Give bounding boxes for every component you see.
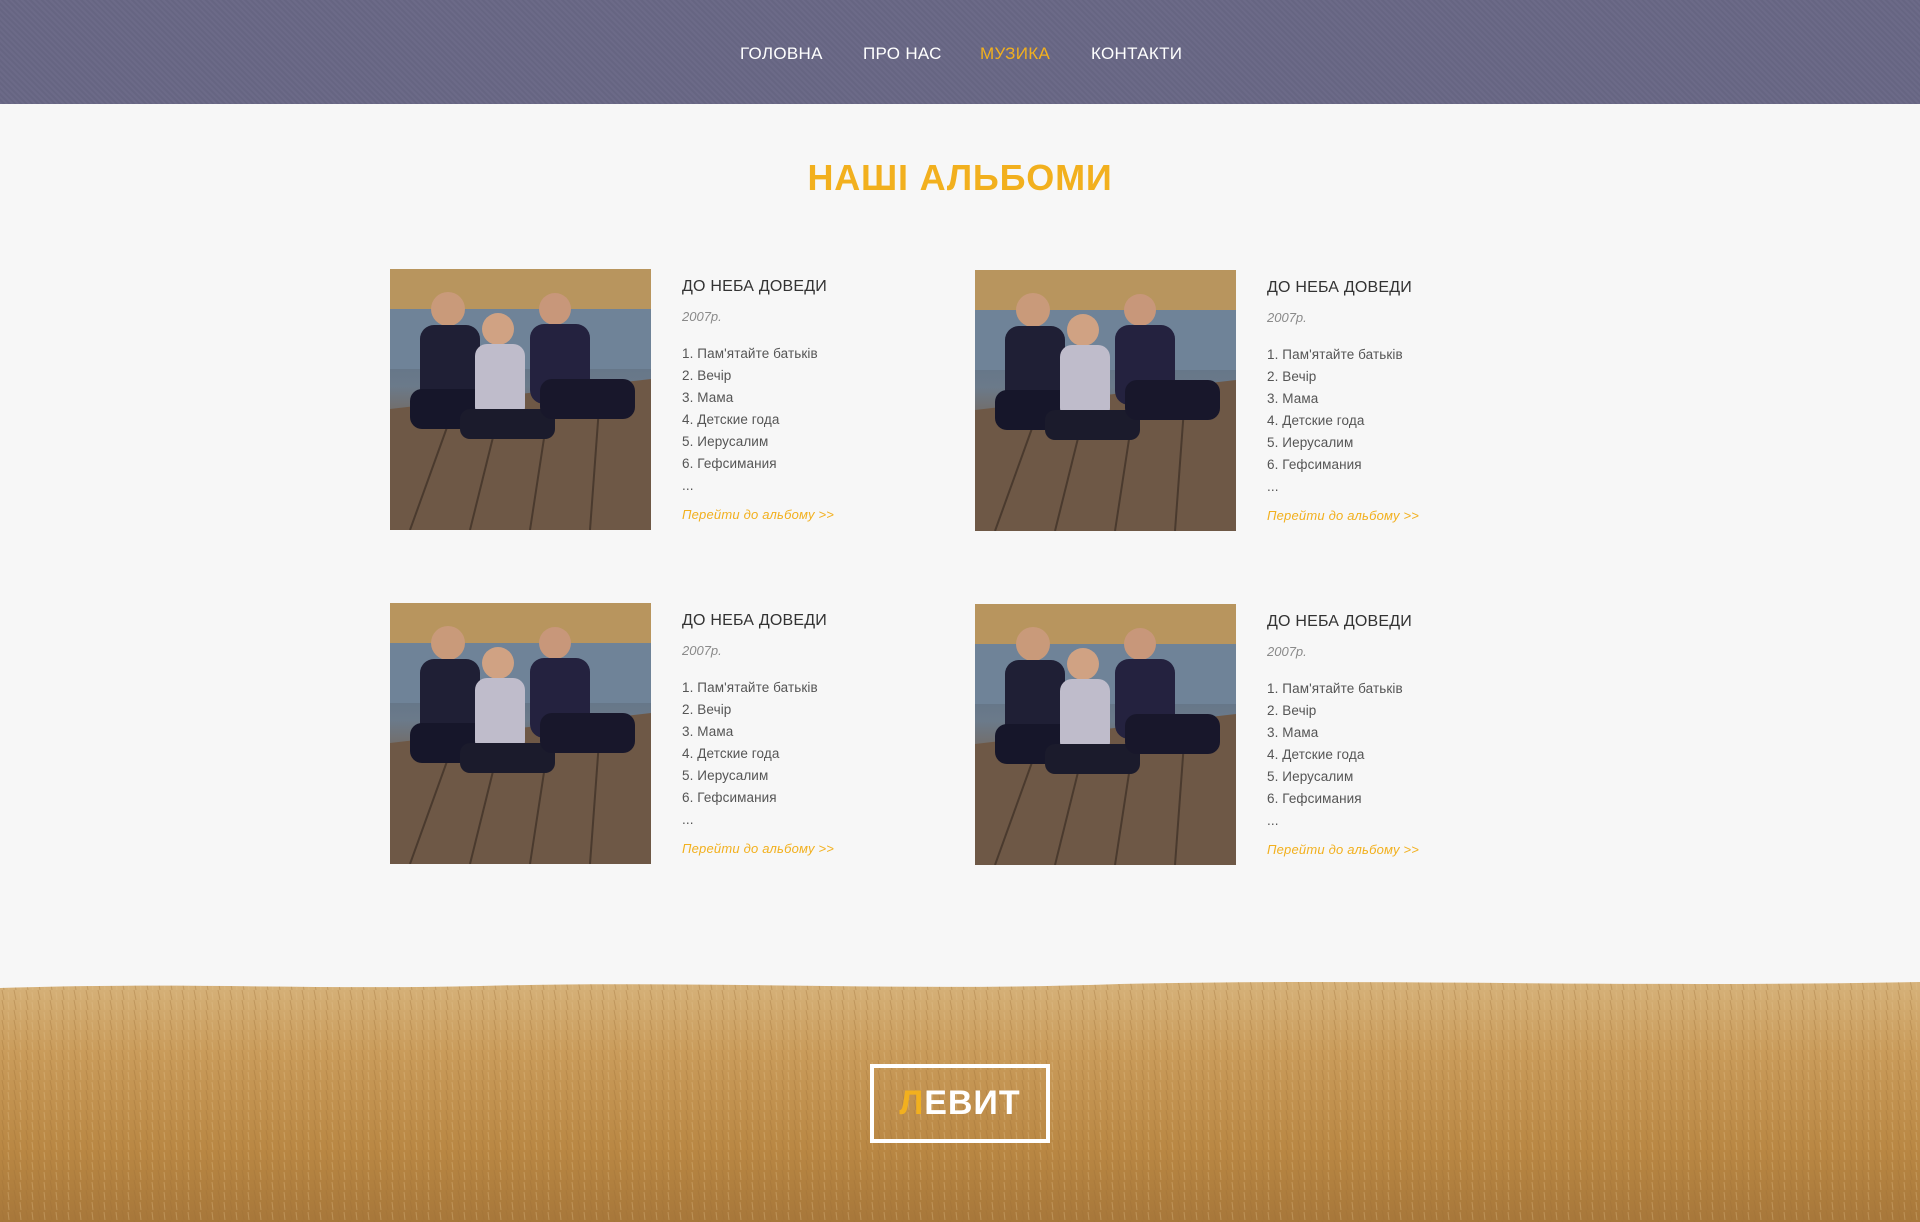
album-link[interactable]: Перейти до альбому >>	[682, 507, 834, 522]
track-item: 6. Гефсимания	[682, 790, 777, 805]
nav-item-about[interactable]: ПРО НАС	[863, 44, 942, 64]
track-item: 4. Детские года	[682, 412, 780, 427]
top-navigation: ГОЛОВНА ПРО НАС МУЗИКА КОНТАКТИ	[0, 0, 1920, 104]
album-card: ДО НЕБА ДОВЕДИ 2007р. 1. Пам'ятайте бать…	[975, 604, 1535, 866]
track-item: 3. Мама	[682, 724, 734, 739]
track-item: 5. Иерусалим	[682, 434, 769, 449]
track-item: 4. Детские года	[682, 746, 780, 761]
track-item: 4. Детские года	[1267, 747, 1365, 762]
album-cover-image[interactable]	[390, 603, 651, 864]
track-item: 2. Вечір	[682, 702, 732, 717]
section-title: НАШІ АЛЬБОМИ	[807, 157, 1113, 198]
album-track-list: 1. Пам'ятайте батьків 2. Вечір 3. Мама 4…	[1267, 678, 1403, 832]
track-item: 2. Вечір	[1267, 703, 1317, 718]
track-item: 5. Иерусалим	[682, 768, 769, 783]
track-item: 6. Гефсимания	[1267, 457, 1362, 472]
track-item: 5. Иерусалим	[1267, 769, 1354, 784]
track-item: 1. Пам'ятайте батьків	[682, 680, 818, 695]
album-cover-image[interactable]	[975, 604, 1236, 865]
track-item: 1. Пам'ятайте батьків	[682, 346, 818, 361]
album-year: 2007р.	[682, 643, 722, 658]
album-card: ДО НЕБА ДОВЕДИ 2007р. 1. Пам'ятайте бать…	[390, 603, 950, 865]
track-item: 1. Пам'ятайте батьків	[1267, 347, 1403, 362]
track-item: 3. Мама	[1267, 391, 1319, 406]
track-item: ...	[682, 478, 694, 493]
track-item: 2. Вечір	[682, 368, 732, 383]
track-item: 3. Мама	[1267, 725, 1319, 740]
album-cover-image[interactable]	[975, 270, 1236, 531]
album-title: ДО НЕБА ДОВЕДИ	[1267, 613, 1412, 630]
album-link[interactable]: Перейти до альбому >>	[1267, 508, 1419, 523]
nav-item-music[interactable]: МУЗИКА	[980, 44, 1050, 64]
album-title: ДО НЕБА ДОВЕДИ	[682, 278, 827, 295]
album-title: ДО НЕБА ДОВЕДИ	[682, 612, 827, 629]
track-item: 6. Гефсимания	[1267, 791, 1362, 806]
track-item: 3. Мама	[682, 390, 734, 405]
nav-item-home[interactable]: ГОЛОВНА	[740, 44, 823, 64]
footer-logo[interactable]: ЛЕВИТ	[870, 1064, 1050, 1143]
track-item: 4. Детские года	[1267, 413, 1365, 428]
album-link[interactable]: Перейти до альбому >>	[682, 841, 834, 856]
track-item: ...	[1267, 479, 1279, 494]
track-item: 2. Вечір	[1267, 369, 1317, 384]
logo-first-letter: Л	[899, 1084, 925, 1122]
album-year: 2007р.	[1267, 644, 1307, 659]
album-track-list: 1. Пам'ятайте батьків 2. Вечір 3. Мама 4…	[682, 677, 818, 831]
logo-rest: ЕВИТ	[924, 1084, 1021, 1122]
nav-item-contacts[interactable]: КОНТАКТИ	[1091, 44, 1182, 64]
album-card: ДО НЕБА ДОВЕДИ 2007р. 1. Пам'ятайте бать…	[975, 270, 1535, 532]
album-card: ДО НЕБА ДОВЕДИ 2007р. 1. Пам'ятайте бать…	[390, 269, 950, 531]
track-item: 6. Гефсимания	[682, 456, 777, 471]
album-link[interactable]: Перейти до альбому >>	[1267, 842, 1419, 857]
album-track-list: 1. Пам'ятайте батьків 2. Вечір 3. Мама 4…	[1267, 344, 1403, 498]
track-item: 5. Иерусалим	[1267, 435, 1354, 450]
track-item: ...	[682, 812, 694, 827]
track-item: ...	[1267, 813, 1279, 828]
album-title: ДО НЕБА ДОВЕДИ	[1267, 279, 1412, 296]
track-item: 1. Пам'ятайте батьків	[1267, 681, 1403, 696]
album-year: 2007р.	[1267, 310, 1307, 325]
album-year: 2007р.	[682, 309, 722, 324]
album-cover-image[interactable]	[390, 269, 651, 530]
album-track-list: 1. Пам'ятайте батьків 2. Вечір 3. Мама 4…	[682, 343, 818, 497]
